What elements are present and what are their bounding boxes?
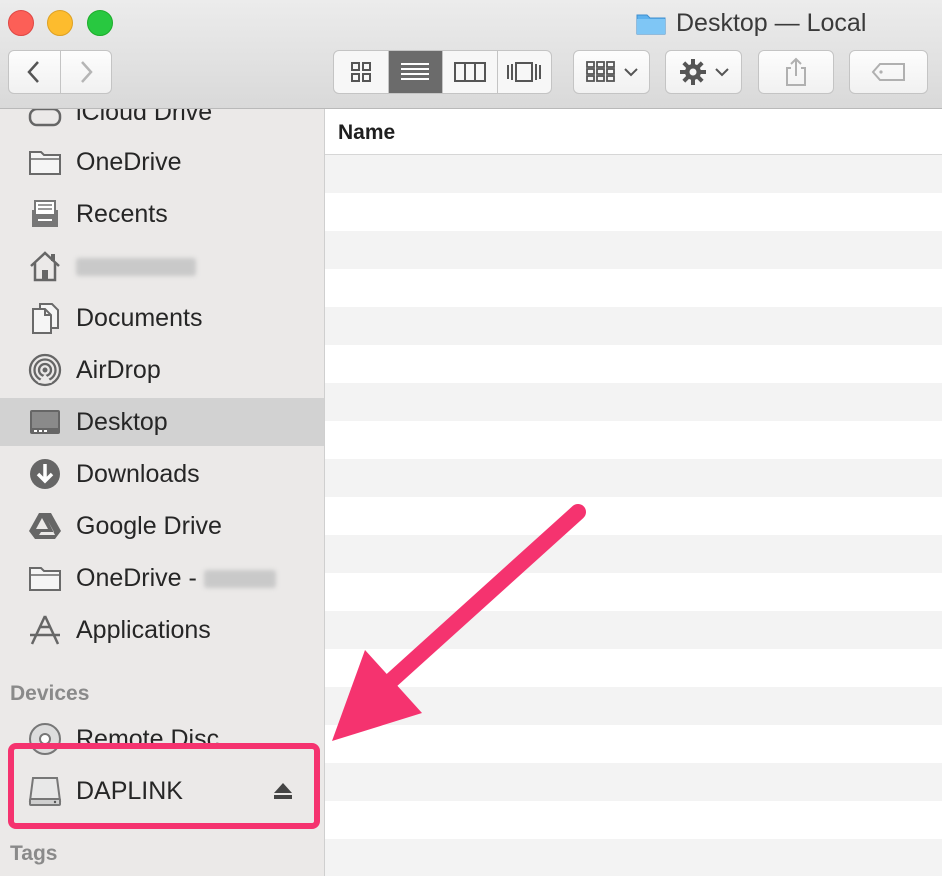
sidebar-item-google-drive[interactable]: Google Drive [0, 502, 324, 550]
sidebar-item-home[interactable] [0, 242, 324, 290]
file-list: Name [325, 109, 942, 876]
desktop-icon [26, 403, 64, 441]
airdrop-icon [26, 351, 64, 389]
column-header-name[interactable]: Name [325, 109, 942, 155]
group-by-icon [585, 61, 615, 82]
sidebar-item-label: OneDrive - [76, 564, 276, 593]
sidebar-item-label-text: OneDrive - [76, 563, 197, 592]
tags-header: Tags [10, 842, 58, 865]
list-view-button[interactable] [388, 51, 443, 93]
sidebar-item-label: OneDrive [76, 147, 182, 176]
chevron-right-icon [80, 61, 93, 83]
sidebar-item-icloud-drive[interactable]: iCloud Drive [0, 109, 324, 136]
redacted-org-name [203, 569, 276, 588]
sidebar-item-label [76, 252, 196, 281]
downloads-icon [26, 455, 64, 493]
icon-view-icon [350, 62, 371, 82]
sidebar-item-downloads[interactable]: Downloads [0, 450, 324, 498]
sidebar-item-label: Downloads [76, 459, 200, 488]
folder-icon [26, 559, 64, 597]
sidebar-item-label: AirDrop [76, 355, 161, 384]
icon-view-button[interactable] [334, 51, 389, 93]
sidebar-item-label: Applications [76, 615, 211, 644]
sidebar-item-recents[interactable]: Recents [0, 190, 324, 238]
google-drive-icon [26, 507, 64, 545]
sidebar-item-onedrive-business[interactable]: OneDrive - [0, 554, 324, 602]
sidebar-item-airdrop[interactable]: AirDrop [0, 346, 324, 394]
redacted-username [76, 257, 196, 276]
action-button[interactable] [665, 50, 742, 94]
gear-icon [679, 59, 706, 85]
folder-icon [636, 14, 666, 35]
applications-icon [26, 611, 64, 649]
tag-button[interactable] [849, 50, 928, 94]
sidebar-item-desktop[interactable]: Desktop [0, 398, 324, 446]
minimize-button[interactable] [47, 10, 73, 36]
share-icon [786, 57, 806, 86]
nav-buttons [8, 50, 112, 94]
chevron-down-icon [623, 68, 638, 77]
group-by-button[interactable] [573, 50, 650, 94]
column-view-button[interactable] [443, 51, 498, 93]
sidebar-item-label: Google Drive [76, 511, 222, 540]
devices-header: Devices [10, 682, 90, 705]
file-list-rows [325, 155, 942, 876]
tag-icon [871, 63, 905, 81]
forward-button[interactable] [61, 51, 112, 93]
column-header-label: Name [338, 121, 396, 144]
window-title: Desktop — Local [636, 6, 866, 40]
cloud-icon [26, 109, 64, 131]
back-button[interactable] [9, 51, 61, 93]
recents-icon [26, 195, 64, 233]
window-titlebar: Desktop — Local [0, 0, 942, 109]
documents-icon [26, 299, 64, 337]
cover-flow-view-icon [507, 62, 542, 82]
sidebar-item-label: Documents [76, 303, 203, 332]
chevron-left-icon [27, 61, 40, 83]
view-mode-control [333, 50, 552, 94]
share-button[interactable] [758, 50, 834, 94]
sidebar-item-onedrive[interactable]: OneDrive [0, 138, 324, 186]
zoom-button[interactable] [87, 10, 113, 36]
folder-icon [26, 143, 64, 181]
sidebar-item-documents[interactable]: Documents [0, 294, 324, 342]
chevron-down-icon [714, 68, 729, 77]
window-title-text: Desktop — Local [676, 8, 867, 37]
annotation-highlight-box [8, 743, 320, 829]
column-view-icon [453, 62, 486, 82]
home-icon [26, 247, 64, 285]
sidebar-item-label: Recents [76, 199, 168, 228]
list-view-icon [401, 63, 430, 80]
sidebar-item-label: iCloud Drive [76, 109, 213, 126]
cover-flow-view-button[interactable] [498, 51, 552, 93]
close-button[interactable] [8, 10, 34, 36]
sidebar-item-label: Desktop [76, 407, 168, 436]
sidebar-item-applications[interactable]: Applications [0, 606, 324, 654]
